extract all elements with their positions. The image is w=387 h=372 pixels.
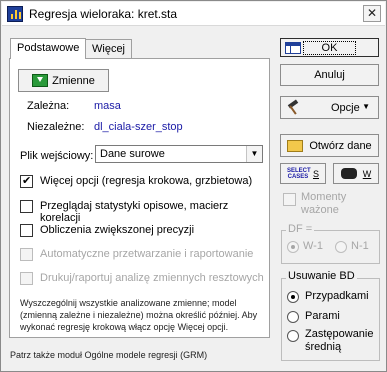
hint-text: Wyszczególnij wszystkie analizowane zmie… — [20, 298, 258, 332]
high-precision-checkbox[interactable] — [20, 224, 33, 237]
variables-button-label: Zmienne — [52, 74, 95, 87]
footer-note: Patrz także moduł Ogólne modele regresji… — [10, 350, 208, 360]
select-cases-label: S — [312, 168, 319, 179]
descriptive-stats-label[interactable]: Przeglądaj statystyki opisowe, macierz k… — [40, 200, 269, 224]
open-data-button-label: Otwórz dane — [309, 139, 372, 152]
window-title: Regresja wieloraka: kret.sta — [29, 7, 178, 21]
tab-wiecej[interactable]: Więcej — [85, 39, 133, 58]
close-icon: ✕ — [366, 6, 378, 20]
open-data-button[interactable]: Otwórz dane — [280, 134, 379, 157]
missing-data-title: Usuwanie BD — [286, 270, 357, 282]
caret-down-icon: ▼ — [362, 102, 370, 111]
weighted-moments-label: Momenty ważone — [301, 191, 347, 216]
dependent-label: Zależna: — [27, 100, 70, 112]
mean-substitution-label[interactable]: Zastępowanie średnią — [305, 328, 377, 354]
tab-podstawowe[interactable]: Podstawowe — [10, 38, 87, 59]
input-file-label: Plik wejściowy: — [20, 150, 94, 162]
df-n1-radio — [335, 241, 347, 253]
weighted-moments-checkbox — [283, 193, 296, 206]
df-w1-radio — [287, 241, 299, 253]
dialog-window: Regresja wieloraka: kret.sta ✕ Podstawow… — [0, 0, 387, 372]
folder-open-icon — [287, 139, 304, 152]
mean-substitution-radio[interactable] — [287, 330, 299, 342]
table-icon — [285, 42, 301, 54]
residuals-report-checkbox — [20, 272, 33, 285]
hammer-icon — [287, 98, 301, 115]
options-button-label: Opcje — [331, 101, 360, 114]
df-group-title: DF = — [286, 223, 315, 235]
more-options-checkbox[interactable] — [20, 174, 33, 188]
select-cases-icon: SELECT CASES — [286, 167, 311, 180]
descriptive-stats-checkbox[interactable] — [20, 200, 33, 213]
statistica-app-icon — [7, 6, 23, 22]
ok-button[interactable]: OK — [280, 38, 379, 57]
df-n1-label: N-1 — [351, 240, 369, 252]
cancel-button-label: Anuluj — [314, 69, 345, 81]
chevron-down-icon: ▼ — [246, 146, 262, 162]
dependent-value: masa — [94, 100, 121, 112]
input-file-value: Dane surowe — [100, 148, 165, 160]
independent-label: Niezależne: — [27, 121, 85, 133]
independent-value: dl_ciala-szer_stop — [94, 121, 183, 133]
weight-label: W — [362, 168, 372, 179]
options-button[interactable]: Opcje ▼ — [280, 96, 379, 119]
ok-button-label: OK — [302, 40, 357, 55]
df-w1-label: W-1 — [303, 240, 323, 252]
cancel-button[interactable]: Anuluj — [280, 64, 379, 86]
title-bar: Regresja wieloraka: kret.sta ✕ — [2, 2, 385, 26]
tab-panel: Zmienne Zależna: masa Niezależne: dl_cia… — [9, 58, 270, 338]
residuals-report-label: Drukuj/raportuj analizę zmiennych reszto… — [40, 272, 264, 284]
auto-processing-label: Automatyczne przetwarzanie i raportowani… — [40, 248, 254, 260]
pairwise-radio[interactable] — [287, 311, 299, 323]
auto-processing-checkbox — [20, 248, 33, 261]
weight-icon — [340, 168, 357, 179]
variables-button[interactable]: Zmienne — [18, 69, 109, 92]
input-file-select[interactable]: Dane surowe ▼ — [95, 145, 263, 163]
select-cases-button[interactable]: SELECT CASES S — [280, 163, 326, 184]
pairwise-label[interactable]: Parami — [305, 310, 340, 322]
variables-icon — [32, 74, 49, 87]
casewise-radio[interactable] — [287, 291, 299, 303]
weight-button[interactable]: W — [333, 163, 379, 184]
close-button[interactable]: ✕ — [363, 5, 381, 22]
high-precision-label[interactable]: Obliczenia zwiększonej precyzji — [40, 224, 194, 236]
casewise-label[interactable]: Przypadkami — [305, 290, 369, 302]
more-options-label[interactable]: Więcej opcji (regresja krokowa, grzbieto… — [40, 175, 252, 187]
